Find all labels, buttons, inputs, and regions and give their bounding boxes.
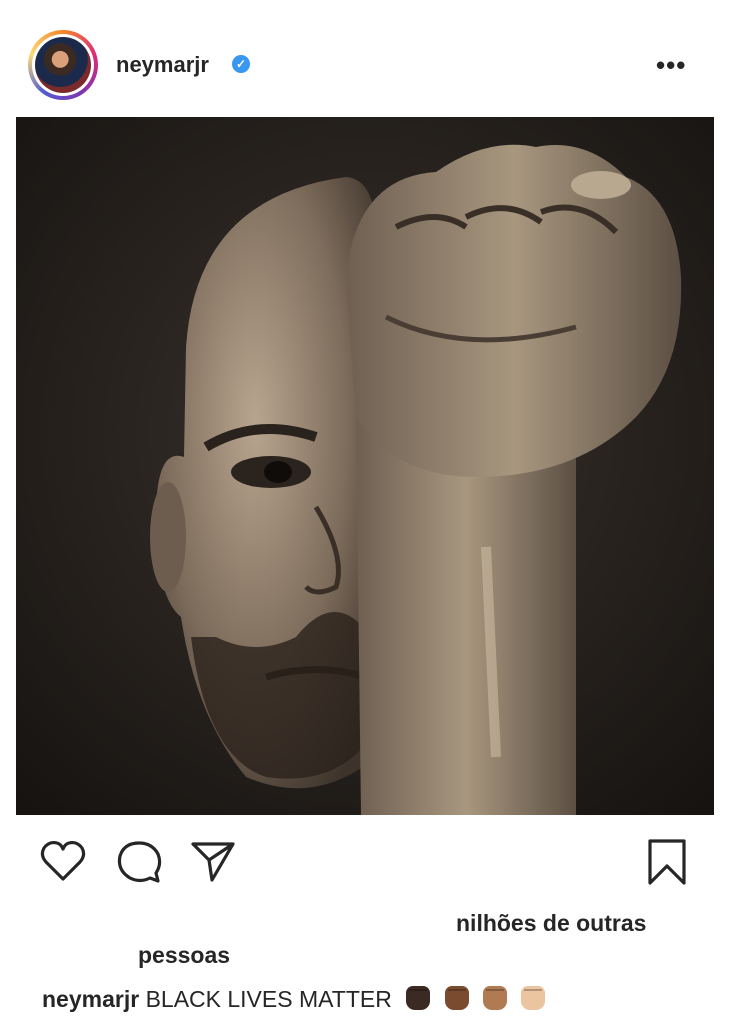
post-username[interactable]: neymarjr [116, 52, 209, 78]
raised-fist-medium-dark-icon [444, 986, 469, 1010]
more-options-icon[interactable]: ••• [656, 50, 686, 81]
raised-fist-light-icon [521, 986, 546, 1010]
post-header: neymarjr ✓ ••• [0, 0, 744, 118]
heart-icon[interactable] [40, 840, 86, 887]
paper-plane-icon[interactable] [190, 840, 236, 887]
comment-icon[interactable] [116, 840, 162, 889]
verified-badge-icon: ✓ [232, 55, 250, 73]
bookmark-icon[interactable] [646, 838, 688, 891]
post-caption: neymarjr BLACK LIVES MATTER [42, 986, 546, 1013]
caption-username[interactable]: neymarjr [42, 986, 139, 1012]
avatar-image [35, 37, 91, 93]
raised-fist-dark-icon [406, 986, 431, 1010]
raised-fist-medium-icon [483, 986, 507, 1010]
post-image[interactable] [16, 117, 714, 815]
likes-count-line1[interactable]: nilhões de outras [456, 910, 646, 937]
avatar-frame [32, 34, 94, 96]
post-actions [0, 830, 744, 890]
profile-avatar[interactable] [28, 30, 98, 100]
caption-text: BLACK LIVES MATTER [145, 986, 392, 1012]
likes-count-line2[interactable]: pessoas [138, 942, 230, 969]
portrait-fist-illustration [16, 117, 714, 815]
